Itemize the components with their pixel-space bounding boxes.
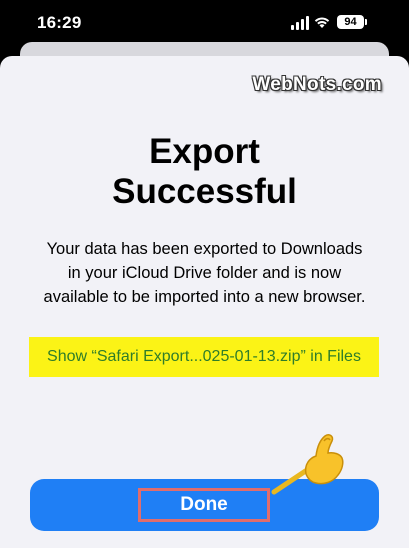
wifi-icon: [314, 17, 330, 28]
status-time: 16:29: [37, 13, 82, 32]
pointer-hand-icon: [271, 434, 344, 495]
done-button-label[interactable]: Done: [138, 488, 270, 522]
title-line-2: Successful: [112, 172, 297, 211]
status-bar: 16:29 94: [0, 0, 409, 44]
dialog-message: Your data has been exported to Downloads…: [43, 240, 366, 306]
show-in-files-link[interactable]: Show “Safari Export...025-01-13.zip” in …: [29, 337, 379, 377]
signal-icon: [291, 16, 309, 30]
title-line-1: Export: [149, 132, 260, 171]
watermark: WebNots.com: [252, 74, 382, 95]
battery-icon: 94: [337, 15, 367, 29]
dialog-title: Export Successful: [0, 132, 409, 212]
